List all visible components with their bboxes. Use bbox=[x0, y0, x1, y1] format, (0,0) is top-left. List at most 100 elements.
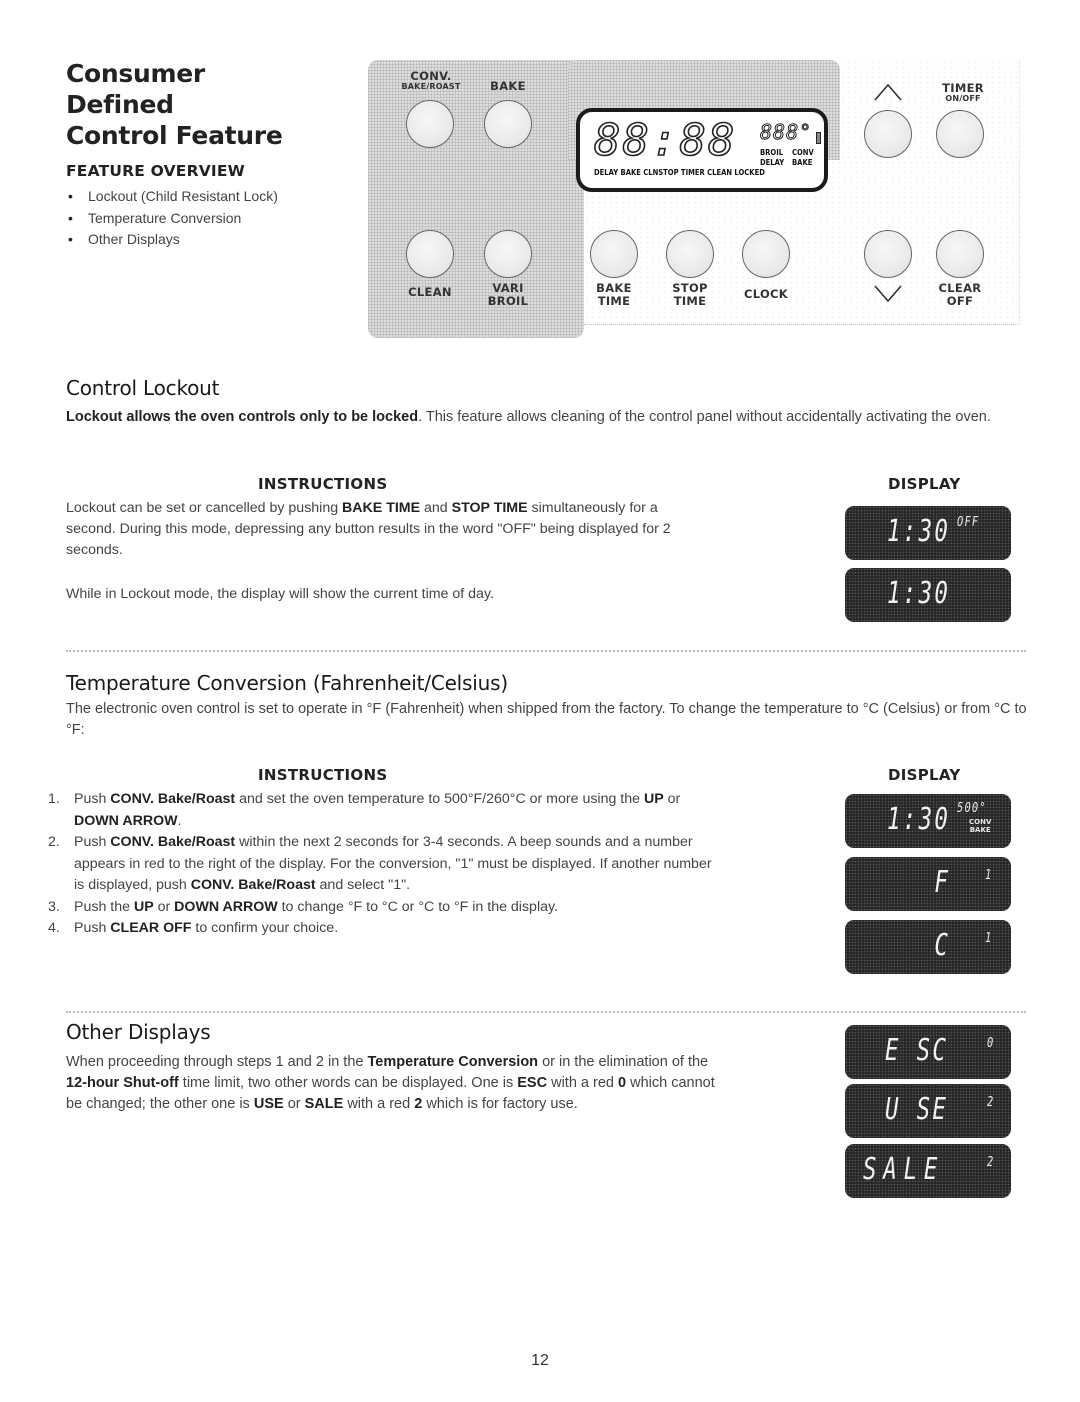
lcd-main-digits: 88:88 bbox=[593, 115, 737, 167]
step-number: 2. bbox=[48, 834, 60, 850]
timer-on-off-label: TIMER ON/OFF bbox=[928, 82, 998, 103]
lockout-display-heading: DISPLAY bbox=[888, 475, 961, 493]
lcd-lock-indicator bbox=[816, 132, 821, 144]
indicator-bake: BAKE bbox=[969, 826, 991, 834]
section-divider bbox=[66, 1011, 1026, 1013]
text: Push bbox=[74, 791, 111, 807]
bake-time-button[interactable] bbox=[590, 230, 638, 278]
chevron-down-icon bbox=[874, 285, 902, 303]
label-line: BROIL bbox=[487, 293, 529, 308]
lcd-indicator: BROIL bbox=[760, 148, 784, 157]
clear-off-button[interactable] bbox=[936, 230, 984, 278]
label-line: CONV. bbox=[410, 69, 452, 83]
bold-text: SALE bbox=[304, 1096, 344, 1112]
lcd-indicator-row: DELAY BAKE CLNSTOP TIMER CLEAN LOCKED bbox=[594, 168, 765, 178]
label-line: OFF bbox=[946, 293, 974, 308]
text: Lockout can be set or cancelled by pushi… bbox=[66, 500, 343, 516]
oven-control-panel: CONV. BAKE/ROAST BAKE CLEAN VARI BROIL 8… bbox=[368, 60, 1020, 338]
lcd-display: 88:88 888° BROIL DELAY CONV BAKE DELAY B… bbox=[576, 108, 828, 192]
lcd-indicator: DELAY BAKE CLNSTOP TIMER bbox=[594, 168, 705, 177]
title-line: Defined bbox=[66, 90, 174, 119]
bold-text: UP bbox=[133, 898, 154, 915]
overview-item: Other Displays bbox=[66, 229, 281, 251]
step-text: Push the UP or DOWN ARROW to change °F t… bbox=[74, 899, 558, 915]
lcd-indicator: CLEAN bbox=[707, 168, 733, 177]
text: When proceeding through steps 1 and 2 in… bbox=[66, 1054, 368, 1070]
stop-time-label: STOP TIME bbox=[650, 282, 730, 307]
display-indicator: CONV BAKE bbox=[969, 818, 991, 834]
clock-button[interactable] bbox=[742, 230, 790, 278]
bold-text: DOWN ARROW bbox=[74, 812, 178, 829]
conversion-step: 4. Push CLEAR OFF to confirm your choice. bbox=[48, 918, 718, 940]
up-arrow-button[interactable] bbox=[864, 110, 912, 158]
conversion-step: 2. Push CONV. Bake/Roast within the next … bbox=[48, 832, 718, 897]
timer-on-off-button[interactable] bbox=[936, 110, 984, 158]
bold-text: CONV. Bake/Roast bbox=[110, 834, 236, 850]
conversion-display-conv-bake: 1:30 500° CONV BAKE bbox=[845, 794, 1011, 848]
conversion-instructions-heading: INSTRUCTIONS bbox=[258, 766, 388, 784]
bold-text: ESC bbox=[517, 1075, 548, 1091]
lockout-instruction-2: While in Lockout mode, the display will … bbox=[66, 586, 494, 602]
indicator-conv: CONV bbox=[969, 818, 992, 826]
display-main-text: 1:30 bbox=[887, 802, 951, 837]
text: time limit, two other words can be displ… bbox=[178, 1075, 518, 1091]
clock-label: CLOCK bbox=[744, 287, 788, 301]
temperature-conversion-heading: Temperature Conversion (Fahrenheit/Celsi… bbox=[66, 671, 508, 695]
lcd-indicator: LOCKED bbox=[734, 168, 765, 177]
intro-bold: Lockout allows the oven controls only to… bbox=[66, 409, 419, 425]
stop-time-button[interactable] bbox=[666, 230, 714, 278]
conversion-step: 1. Push CONV. Bake/Roast and set the oven… bbox=[48, 789, 718, 832]
text: Push bbox=[74, 920, 111, 936]
clean-button[interactable] bbox=[406, 230, 454, 278]
text: or bbox=[663, 791, 681, 807]
display-sup-text: 2 bbox=[987, 1095, 995, 1110]
display-main-text: E SC bbox=[885, 1033, 949, 1068]
other-displays-description: When proceeding through steps 1 and 2 in… bbox=[66, 1052, 726, 1115]
bake-button[interactable] bbox=[484, 100, 532, 148]
temperature-conversion-intro: The electronic oven control is set to op… bbox=[66, 701, 1027, 738]
down-arrow-button[interactable] bbox=[864, 230, 912, 278]
display-main-text: C bbox=[887, 928, 951, 963]
bold-text: Temperature Conversion bbox=[367, 1054, 539, 1070]
bake-time-label: BAKE TIME bbox=[574, 282, 654, 307]
text: or bbox=[153, 898, 175, 915]
label-line: TIME bbox=[597, 293, 631, 308]
display-sup-text: 1 bbox=[985, 931, 993, 946]
conversion-display-fahrenheit: F 1 bbox=[845, 857, 1011, 911]
step-text: Push CONV. Bake/Roast and set the oven t… bbox=[74, 791, 680, 829]
label-line: VARI bbox=[492, 281, 524, 295]
label-line: ON/OFF bbox=[945, 93, 981, 103]
vari-broil-label: VARI BROIL bbox=[468, 282, 548, 307]
display-main-text: 1:30 bbox=[887, 514, 951, 549]
bold-text: BAKE TIME bbox=[342, 500, 421, 516]
control-lockout-intro: Lockout allows the oven controls only to… bbox=[66, 407, 1031, 428]
step-number: 3. bbox=[48, 898, 60, 915]
page-title: Consumer Defined Control Feature bbox=[66, 58, 283, 151]
conversion-display-heading: DISPLAY bbox=[888, 766, 961, 784]
display-sup-text: 0 bbox=[987, 1036, 995, 1051]
other-displays-heading: Other Displays bbox=[66, 1020, 211, 1044]
intro-text: . This feature allows cleaning of the co… bbox=[418, 409, 991, 425]
chevron-up-icon bbox=[874, 83, 902, 101]
conversion-display-celsius: C 1 bbox=[845, 920, 1011, 974]
label-line: STOP bbox=[672, 281, 708, 295]
step-text: Push CONV. Bake/Roast within the next 2 … bbox=[74, 834, 712, 893]
lockout-display-off: 1:30 OFF bbox=[845, 506, 1011, 560]
clean-label: CLEAN bbox=[408, 285, 452, 299]
page-number: 12 bbox=[531, 1352, 549, 1369]
bold-text: 0 bbox=[618, 1075, 627, 1091]
bold-text: CONV. Bake/Roast bbox=[110, 791, 236, 807]
conv-bake-roast-button[interactable] bbox=[406, 100, 454, 148]
vari-broil-button[interactable] bbox=[484, 230, 532, 278]
bold-text: UP bbox=[643, 791, 664, 807]
lcd-indicator: DELAY bbox=[760, 158, 785, 167]
conv-bake-roast-label: CONV. BAKE/ROAST bbox=[390, 70, 472, 91]
conversion-step: 3. Push the UP or DOWN ARROW to change °F… bbox=[48, 897, 718, 919]
text: to confirm your choice. bbox=[191, 920, 339, 936]
text: or in the elimination of the bbox=[538, 1054, 709, 1070]
overview-item: Temperature Conversion bbox=[66, 208, 281, 230]
bold-text: DOWN ARROW bbox=[174, 898, 278, 915]
lockout-instructions-heading: INSTRUCTIONS bbox=[258, 475, 388, 493]
bold-text: CLEAR OFF bbox=[110, 920, 192, 936]
feature-overview-heading: FEATURE OVERVIEW bbox=[66, 162, 245, 180]
